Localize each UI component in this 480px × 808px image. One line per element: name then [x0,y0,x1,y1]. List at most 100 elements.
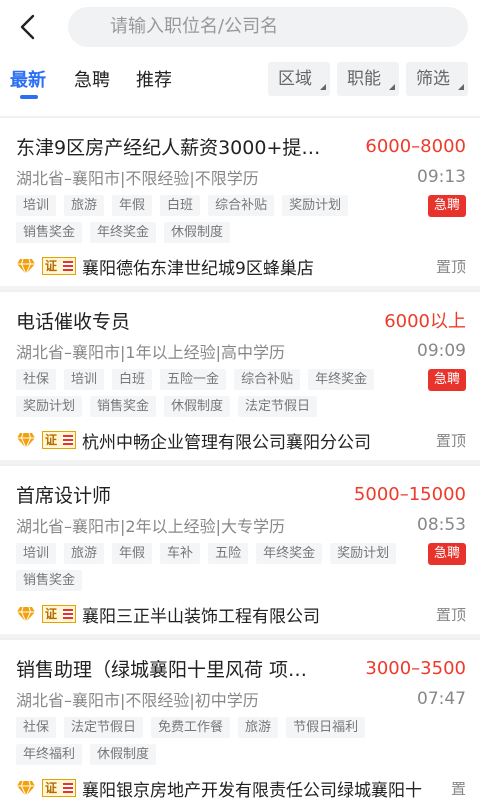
job-meta: 湖北省–襄阳市|不限经验|不限学历 [16,169,259,188]
tab-recommended[interactable]: 推荐 [136,66,172,92]
post-time: 08:53 [417,515,466,535]
job-title: 电话催收专员 [16,310,131,333]
salary: 6000–8000 [365,135,466,157]
certified-badge: 证 [42,779,76,797]
job-title: 销售助理（绿城襄阳十里风荷 项… [16,658,308,681]
company-name[interactable]: 襄阳三正半山装饰工程有限公司 [82,602,428,627]
salary: 3000–3500 [365,657,466,679]
benefit-tag: 奖励计划 [282,195,349,216]
benefit-tag: 年终奖金 [256,543,323,564]
benefit-tag: 免费工作餐 [151,717,231,738]
urgent-badge: 急聘 [427,543,466,565]
filter-screen[interactable]: 筛选 [406,62,468,96]
job-list: 东津9区房产经纪人薪资3000+提… 6000–8000 湖北省–襄阳市|不限经… [0,116,480,808]
certified-badge-label: 证 [45,781,58,795]
benefit-tags: 培训 旅游 年假 车补 五险 年终奖金 奖励计划销售奖金 [16,540,416,594]
benefit-tag: 车补 [160,543,201,564]
pinned-label: 置顶 [435,605,466,624]
benefit-tag: 培训 [16,543,57,564]
post-time: 09:13 [417,167,466,187]
dropdown-triangle-icon [320,84,326,90]
benefit-tag: 综合补贴 [208,195,275,216]
post-time: 07:47 [417,689,466,709]
job-meta: 湖北省–襄阳市|2年以上经验|大专学历 [16,517,285,536]
benefit-tag: 旅游 [64,543,105,564]
filter-region-label: 区域 [278,69,312,89]
job-card[interactable]: 首席设计师 5000–15000 湖北省–襄阳市|2年以上经验|大专学历 08:… [0,464,480,634]
benefit-tag: 旅游 [238,717,279,738]
urgent-badge: 急聘 [427,369,466,391]
benefit-tag: 年假 [112,195,153,216]
search-input[interactable]: 请输入职位名/公司名 [68,7,468,47]
diamond-icon [17,780,35,798]
certified-badge: 证 [42,257,76,275]
salary: 6000以上 [384,311,466,332]
benefit-tag: 白班 [112,369,153,390]
job-meta: 湖北省–襄阳市|1年以上经验|高中学历 [16,343,285,362]
benefit-tag: 五险 [208,543,249,564]
benefit-tag: 法定节假日 [64,717,144,738]
benefit-tag: 旅游 [64,195,105,216]
company-name[interactable]: 杭州中畅企业管理有限公司襄阳分公司 [82,428,428,453]
certified-badge: 证 [42,431,76,449]
pinned-label: 置 [450,779,466,798]
benefit-tags: 培训 旅游 年假 白班 综合补贴 奖励计划销售奖金 年终奖金 休假制度 [16,192,416,246]
job-title: 首席设计师 [16,484,112,507]
benefit-tag: 销售奖金 [90,396,157,417]
benefit-tag: 年终奖金 [90,222,157,243]
tab-underline [20,95,38,99]
pinned-label: 置顶 [435,431,466,450]
company-name[interactable]: 襄阳德佑东津世纪城9区蜂巢店 [82,254,428,279]
diamond-icon [17,432,35,450]
benefit-tag: 社保 [16,369,57,390]
salary: 5000–15000 [353,483,466,505]
benefit-tag: 年终奖金 [308,369,375,390]
tab-urgent[interactable]: 急聘 [74,66,110,92]
certificate-icon [63,783,73,793]
job-card[interactable]: 销售助理（绿城襄阳十里风荷 项… 3000–3500 湖北省–襄阳市|不限经验|… [0,638,480,808]
benefit-tag: 培训 [64,369,105,390]
job-card[interactable]: 电话催收专员 6000以上 湖北省–襄阳市|1年以上经验|高中学历 09:09 … [0,290,480,460]
benefit-tag: 销售奖金 [16,222,83,243]
benefit-tag: 培训 [16,195,57,216]
filter-function-label: 职能 [347,69,381,89]
job-meta: 湖北省–襄阳市|不限经验|初中学历 [16,691,259,710]
benefit-tag: 休假制度 [164,222,231,243]
benefit-tags: 社保 培训 白班 五险一金 综合补贴 年终奖金 奖励计划 销售奖金 休假制度 法定节假日 [16,366,416,420]
certified-badge-label: 证 [45,433,58,447]
filter-screen-label: 筛选 [416,69,450,89]
filter-region[interactable]: 区域 [268,62,330,96]
benefit-tags: 社保 法定节假日 免费工作餐 旅游 节假日福利 年终福利 休假制度 [16,714,416,768]
dropdown-triangle-icon [389,84,395,90]
benefit-tag: 奖励计划 [16,396,83,417]
certificate-icon [63,261,73,271]
tab-latest[interactable]: 最新 [10,66,46,92]
certificate-icon [63,435,73,445]
urgent-badge: 急聘 [427,195,466,217]
chevron-left-icon [20,14,35,40]
pinned-label: 置顶 [435,257,466,276]
job-card[interactable]: 东津9区房产经纪人薪资3000+提… 6000–8000 湖北省–襄阳市|不限经… [0,116,480,286]
benefit-tag: 五险一金 [160,369,227,390]
diamond-icon [17,606,35,624]
benefit-tag: 年终福利 [16,744,83,765]
benefit-tag: 综合补贴 [234,369,301,390]
benefit-tag: 奖励计划 [330,543,397,564]
job-title: 东津9区房产经纪人薪资3000+提… [16,136,321,159]
filter-function[interactable]: 职能 [337,62,399,96]
diamond-icon [17,258,35,276]
company-name[interactable]: 襄阳银京房地产开发有限责任公司绿城襄阳十 [82,776,443,801]
benefit-tag: 节假日福利 [286,717,366,738]
certificate-icon [63,609,73,619]
benefit-tag: 白班 [160,195,201,216]
certified-badge-label: 证 [45,259,58,273]
tab-bar: 最新 急聘 推荐 区域 职能 筛选 [0,60,480,100]
post-time: 09:09 [417,341,466,361]
certified-badge-label: 证 [45,607,58,621]
header: 请输入职位名/公司名 最新 急聘 推荐 区域 职能 筛选 [0,0,480,116]
benefit-tag: 年假 [112,543,153,564]
benefit-tag: 休假制度 [90,744,157,765]
back-button[interactable] [14,12,44,42]
benefit-tag: 销售奖金 [16,570,83,591]
dropdown-triangle-icon [458,84,464,90]
